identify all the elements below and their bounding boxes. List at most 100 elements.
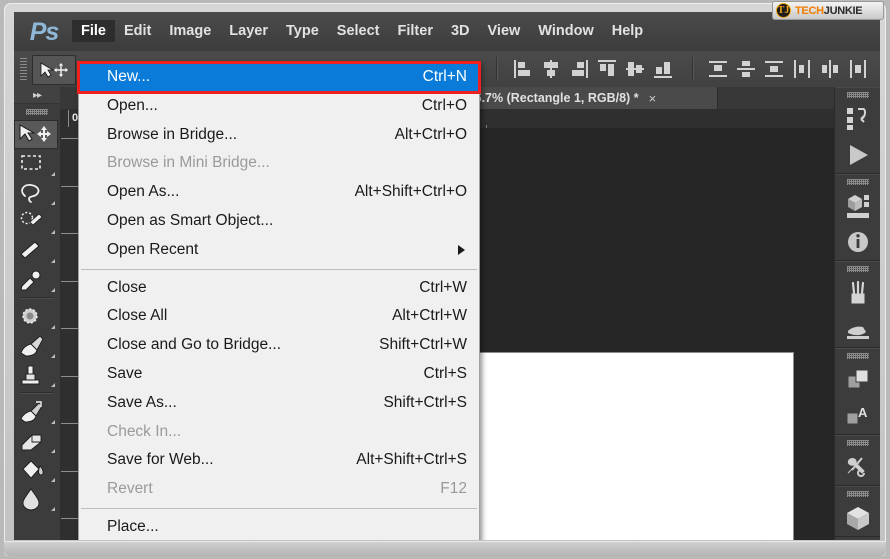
actions-panel-icon[interactable] <box>835 137 880 173</box>
menu-item-label: Open as Smart Object... <box>107 211 274 229</box>
align-vertical-centers-icon[interactable] <box>623 57 649 81</box>
panel-group-grip[interactable] <box>835 436 880 449</box>
distribute-horizontal-centers-icon[interactable] <box>818 57 844 81</box>
file-menu-dropdown: New... Ctrl+N Open... Ctrl+O Browse in Bridg… <box>77 61 481 540</box>
brush-tool-icon[interactable] <box>14 331 58 360</box>
watermark-badge-icon: TJ <box>776 3 791 18</box>
menu-item-save-for-web[interactable]: Save for Web... Alt+Shift+Ctrl+S <box>79 446 479 475</box>
panel-dock-group <box>835 87 880 174</box>
panel-group-grip[interactable] <box>835 487 880 500</box>
spot-healing-brush-tool-icon[interactable] <box>14 302 58 331</box>
menu-type[interactable]: Type <box>277 20 328 42</box>
menu-3d[interactable]: 3D <box>442 20 479 42</box>
align-left-edges-icon[interactable] <box>511 57 537 81</box>
align-top-edges-icon[interactable] <box>595 57 621 81</box>
move-tool-icon[interactable] <box>32 55 76 85</box>
distribute-bottom-edges-icon[interactable] <box>762 57 788 81</box>
paint-bucket-tool-icon[interactable] <box>14 455 58 484</box>
menu-item-open-as[interactable]: Open As... Alt+Shift+Ctrl+O <box>79 178 479 207</box>
menu-select[interactable]: Select <box>328 20 389 42</box>
panel-group-grip[interactable] <box>835 349 880 362</box>
align-bottom-edges-icon[interactable] <box>651 57 677 81</box>
menu-help[interactable]: Help <box>603 20 652 42</box>
grip-dots-icon <box>847 352 869 359</box>
options-bar-grip[interactable] <box>20 58 27 80</box>
align-right-edges-icon[interactable] <box>567 57 593 81</box>
menu-item-shortcut: Ctrl+O <box>421 96 467 114</box>
panel-group-grip[interactable] <box>835 175 880 188</box>
mini-bridge-panel-icon[interactable] <box>835 188 880 224</box>
menu-item-save[interactable]: Save Ctrl+S <box>79 360 479 389</box>
menu-item-browse-in-bridge[interactable]: Browse in Bridge... Alt+Ctrl+O <box>79 121 479 150</box>
menu-item-open-recent[interactable]: Open Recent <box>79 236 479 265</box>
distribute-right-edges-icon[interactable] <box>846 57 872 81</box>
panel-group-grip[interactable] <box>835 88 880 101</box>
double-chevron-right-icon: ▸▸ <box>32 89 42 101</box>
menu-item-label: Close All <box>107 307 168 325</box>
eyedropper-tool-icon[interactable] <box>14 265 58 294</box>
lasso-tool-icon[interactable] <box>14 178 58 207</box>
3d-panel-icon[interactable] <box>835 500 880 536</box>
vertical-ruler[interactable] <box>60 128 80 540</box>
info-panel-icon[interactable] <box>835 224 880 260</box>
menu-item-shortcut: Alt+Shift+Ctrl+S <box>356 451 467 469</box>
ruler-tick-vertical <box>61 280 78 282</box>
eraser-tool-icon[interactable] <box>14 426 58 455</box>
menu-item-open[interactable]: Open... Ctrl+O <box>79 92 479 121</box>
submenu-arrow-icon <box>458 245 465 256</box>
close-icon[interactable]: × <box>649 91 657 106</box>
blur-tool-icon[interactable] <box>14 484 58 513</box>
menu-item-label: Close and Go to Bridge... <box>107 336 282 354</box>
tool-presets-panel-icon[interactable] <box>835 449 880 485</box>
tools-panel: ▸▸ <box>14 87 61 540</box>
crop-tool-icon[interactable] <box>14 236 58 265</box>
menu-item-place[interactable]: Place... <box>79 513 479 540</box>
distribute-left-edges-icon[interactable] <box>790 57 816 81</box>
menu-item-label: Browse in Bridge... <box>107 125 238 143</box>
grip-dots-icon <box>847 91 869 98</box>
ruler-tick-vertical <box>61 470 78 472</box>
menu-item-close-all[interactable]: Close All Alt+Ctrl+W <box>79 302 479 331</box>
distribute-vertical-centers-icon[interactable] <box>734 57 760 81</box>
menu-filter[interactable]: Filter <box>389 20 442 42</box>
options-separator-2 <box>692 57 694 81</box>
menu-window[interactable]: Window <box>529 20 602 42</box>
character-panel-icon[interactable]: A <box>835 398 880 434</box>
align-horizontal-centers-icon[interactable] <box>539 57 565 81</box>
document-tab[interactable]: @ 66.7% (Rectangle 1, RGB/8) * × <box>444 87 718 109</box>
quick-selection-tool-icon[interactable] <box>14 207 58 236</box>
menu-item-label: Close <box>107 278 147 296</box>
menu-view[interactable]: View <box>479 20 530 42</box>
menu-item-label: Save for Web... <box>107 451 214 469</box>
window-bottom-bar <box>4 541 886 556</box>
brush-presets-panel-icon[interactable] <box>835 275 880 311</box>
menu-item-shortcut: Shift+Ctrl+S <box>383 393 467 411</box>
brush-panel-icon[interactable] <box>835 311 880 347</box>
menu-item-shortcut: Shift+Ctrl+W <box>379 336 467 354</box>
menu-item-close[interactable]: Close Ctrl+W <box>79 274 479 303</box>
svg-text:A: A <box>858 405 868 420</box>
move-tool-icon[interactable] <box>14 120 58 149</box>
menu-item-new[interactable]: New... Ctrl+N <box>77 61 481 94</box>
menu-item-save-as[interactable]: Save As... Shift+Ctrl+S <box>79 389 479 418</box>
menu-image[interactable]: Image <box>160 20 220 42</box>
menu-item-close-and-go-to-bridge[interactable]: Close and Go to Bridge... Shift+Ctrl+W <box>79 331 479 360</box>
distribute-top-edges-icon[interactable] <box>706 57 732 81</box>
history-brush-tool-icon[interactable] <box>14 397 58 426</box>
rectangular-marquee-tool-icon[interactable] <box>14 149 58 178</box>
panel-group-grip[interactable] <box>835 262 880 275</box>
tools-divider <box>20 297 54 299</box>
history-panel-icon[interactable] <box>835 101 880 137</box>
menu-edit[interactable]: Edit <box>115 20 160 42</box>
clone-stamp-tool-icon[interactable] <box>14 360 58 389</box>
tools-divider <box>20 392 54 394</box>
menu-item-open-as-smart-object[interactable]: Open as Smart Object... <box>79 207 479 236</box>
ruler-tick-vertical <box>61 185 78 187</box>
menu-file[interactable]: File <box>72 20 115 42</box>
tools-panel-collapse-button[interactable]: ▸▸ <box>14 87 60 104</box>
menu-item-label: Place... <box>107 517 159 535</box>
menu-item-label: Save <box>107 364 143 382</box>
tools-panel-grip[interactable] <box>14 104 60 120</box>
layers-panel-icon[interactable] <box>835 362 880 398</box>
menu-layer[interactable]: Layer <box>220 20 277 42</box>
